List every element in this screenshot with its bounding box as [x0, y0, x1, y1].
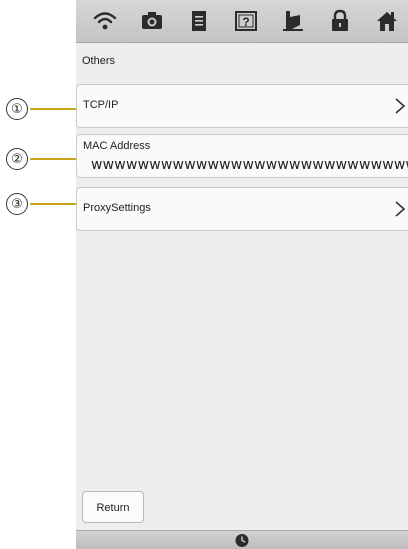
help-icon[interactable]: ?: [233, 9, 259, 33]
section-title: Others: [82, 55, 116, 67]
clock-icon[interactable]: [234, 533, 250, 548]
callout-leader-line: [30, 158, 82, 160]
document-icon[interactable]: [186, 9, 212, 33]
camera-icon[interactable]: [139, 9, 165, 33]
callout-number: ③: [6, 193, 28, 215]
proxy-settings-row[interactable]: ProxySettings: [76, 187, 408, 231]
device-screen: ? Others TCP/IP MAC Address wwwwwwwwwwww…: [76, 0, 408, 549]
callout-leader-line: [30, 108, 82, 110]
tcpip-label: TCP/IP: [83, 99, 119, 111]
callout-2: ②: [6, 148, 82, 170]
bottom-status-bar: [76, 530, 408, 549]
callout-1: ①: [6, 98, 82, 120]
home-icon[interactable]: [374, 9, 400, 33]
mac-address-label: MAC Address: [83, 140, 151, 152]
callout-leader-line: [30, 203, 82, 205]
sewing-foot-icon[interactable]: [280, 9, 306, 33]
callout-number: ①: [6, 98, 28, 120]
proxy-settings-label: ProxySettings: [83, 202, 151, 214]
wifi-icon[interactable]: [92, 9, 118, 33]
lock-icon[interactable]: [327, 9, 353, 33]
top-toolbar: ?: [76, 0, 408, 43]
return-button[interactable]: Return: [82, 491, 144, 523]
callout-3: ③: [6, 193, 82, 215]
chevron-right-icon: [394, 97, 406, 115]
callout-number: ②: [6, 148, 28, 170]
tcpip-row[interactable]: TCP/IP: [76, 84, 408, 128]
svg-text:?: ?: [242, 15, 249, 29]
chevron-right-icon: [394, 200, 406, 218]
mac-address-row: MAC Address wwwwwwwwwwwwwwwwwwwwwwwwwwww…: [76, 134, 408, 178]
mac-address-value: wwwwwwwwwwwwwwwwwwwwwwwwwwwwww: [91, 157, 408, 173]
